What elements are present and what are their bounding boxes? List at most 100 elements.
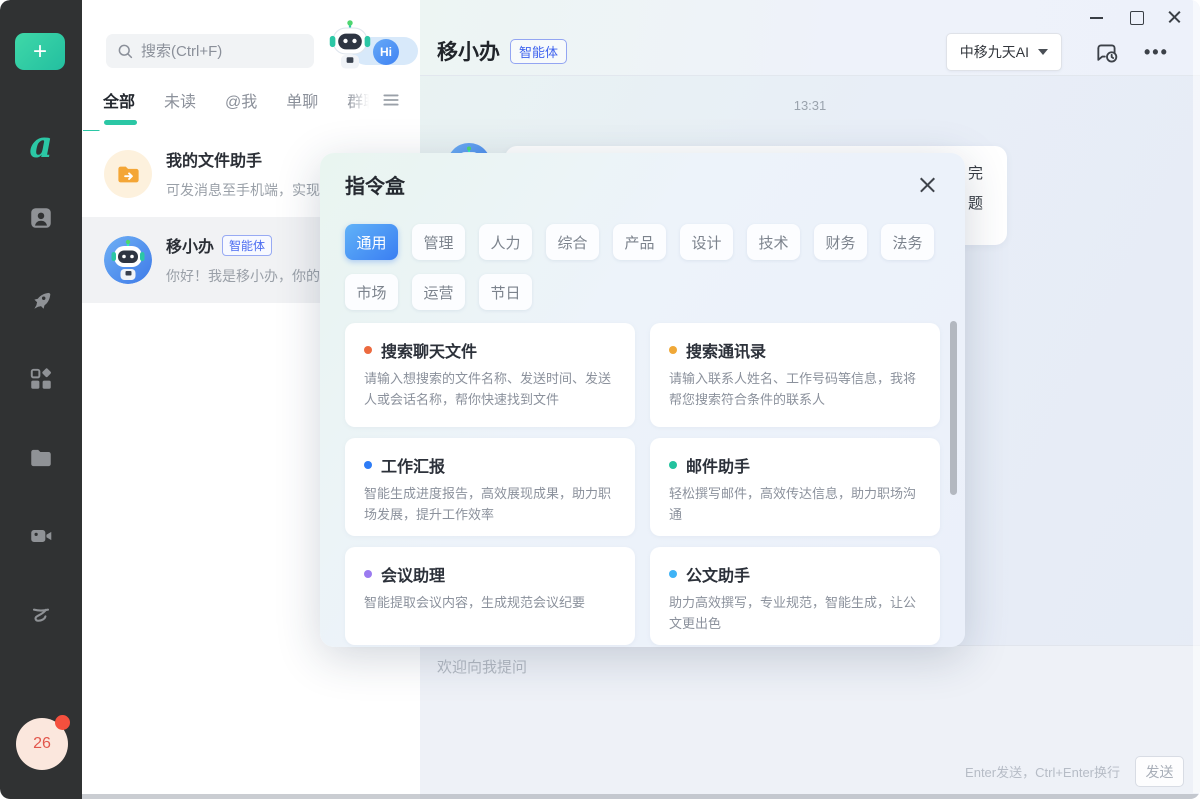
cloud-icon <box>28 601 54 627</box>
user-avatar[interactable]: 26 <box>16 718 68 770</box>
category-tab-admin[interactable]: 综合 <box>546 224 599 260</box>
card-dot <box>364 461 372 469</box>
card-description: 请输入想搜索的文件名称、发送时间、发送人或会话名称，帮你快速找到文件 <box>364 369 616 411</box>
category-tab-marketing[interactable]: 市场 <box>345 274 398 310</box>
file-assistant-avatar <box>104 150 152 198</box>
category-tab-management[interactable]: 管理 <box>412 224 465 260</box>
command-card-document-assistant[interactable]: 公文助手 助力高效撰写，专业规范，智能生成，让公文更出色 <box>650 547 940 645</box>
video-camera-icon <box>28 523 54 549</box>
chat-history-icon <box>1094 40 1120 66</box>
robot-avatar <box>104 236 152 284</box>
command-card-email-assistant[interactable]: 邮件助手 轻松撰写邮件，高效传达信息，助力职场沟通 <box>650 438 940 536</box>
command-card-work-report[interactable]: 工作汇报 智能生成进度报告，高效展现成果，助力职场发展，提升工作效率 <box>345 438 635 536</box>
tab-direct[interactable]: 单聊 <box>286 88 318 112</box>
agent-badge: 智能体 <box>510 39 567 64</box>
window-controls <box>1088 6 1184 28</box>
window-bottom-edge <box>82 794 1200 799</box>
chat-filter-tabs: 全部 未读 @我 单聊 群聊 <box>103 88 403 112</box>
command-cards: 搜索聊天文件 请输入想搜索的文件名称、发送时间、发送人或会话名称，帮你快速找到文… <box>345 323 940 645</box>
apps-grid-icon <box>28 366 54 392</box>
message-timestamp: 13:31 <box>420 98 1200 113</box>
category-tab-general[interactable]: 通用 <box>345 224 398 260</box>
list-icon <box>381 90 401 110</box>
message-input-area: Enter发送，Ctrl+Enter换行 发送 <box>420 645 1200 799</box>
more-options-button[interactable]: ••• <box>1144 40 1174 64</box>
category-tab-legal[interactable]: 法务 <box>881 224 934 260</box>
model-selector-dropdown[interactable]: 中移九天AI <box>946 33 1062 71</box>
sidebar-item-files[interactable] <box>0 445 82 471</box>
ellipsis-icon: ••• <box>1144 47 1169 57</box>
card-dot <box>669 346 677 354</box>
agent-badge: 智能体 <box>222 235 272 256</box>
card-dot <box>364 346 372 354</box>
unread-count-badge: 26 <box>33 735 51 753</box>
category-tab-hr[interactable]: 人力 <box>479 224 532 260</box>
sidebar-item-contacts[interactable] <box>0 205 82 231</box>
command-card-search-contacts[interactable]: 搜索通讯录 请输入联系人姓名、工作号码等信息，我将帮您搜索符合条件的联系人 <box>650 323 940 427</box>
card-description: 轻松撰写邮件，高效传达信息，助力职场沟通 <box>669 484 921 526</box>
card-title: 邮件助手 <box>686 453 750 477</box>
tab-group-clipped[interactable]: 群聊 <box>347 88 373 112</box>
app-logo[interactable]: a <box>0 124 82 166</box>
card-title: 会议助理 <box>381 562 445 586</box>
card-description: 智能提取会议内容，生成规范会议纪要 <box>364 593 616 614</box>
modal-title: 指令盒 <box>345 170 405 199</box>
card-title: 搜索聊天文件 <box>381 338 477 362</box>
search-box[interactable] <box>106 34 314 68</box>
search-icon <box>116 42 134 60</box>
modal-scrollbar-thumb[interactable] <box>950 321 957 495</box>
command-category-tabs: 通用 管理 人力 综合 产品 设计 技术 财务 法务 市场 运营 节日 <box>345 224 940 310</box>
send-button[interactable]: 发送 <box>1135 756 1184 787</box>
conversation-title: 移小办 <box>437 36 500 66</box>
tab-mentions[interactable]: @我 <box>225 88 257 112</box>
app-window: + a <box>0 0 1200 799</box>
model-selector-label: 中移九天AI <box>960 42 1029 62</box>
card-title: 搜索通讯录 <box>686 338 766 362</box>
category-tab-tech[interactable]: 技术 <box>747 224 800 260</box>
folder-transfer-icon <box>115 161 142 188</box>
command-box-modal: 指令盒 通用 管理 人力 综合 产品 设计 技术 财务 法务 市场 运营 节日 … <box>320 153 965 647</box>
card-title: 公文助手 <box>686 562 750 586</box>
contacts-icon <box>28 205 54 231</box>
robot-assistant-icon[interactable] <box>323 19 377 73</box>
card-title: 工作汇报 <box>381 453 445 477</box>
active-tab-underline <box>104 120 137 125</box>
collapse-list-button[interactable] <box>381 90 401 110</box>
card-description: 助力高效撰写，专业规范，智能生成，让公文更出色 <box>669 593 921 635</box>
command-card-meeting-assistant[interactable]: 会议助理 智能提取会议内容，生成规范会议纪要 <box>345 547 635 645</box>
card-dot <box>669 570 677 578</box>
card-dot <box>364 570 372 578</box>
category-tab-holiday[interactable]: 节日 <box>479 274 532 310</box>
chat-title: 我的文件助手 <box>166 147 262 171</box>
sidebar-item-apps[interactable] <box>0 366 82 392</box>
new-chat-button[interactable]: + <box>15 33 65 70</box>
category-tab-finance[interactable]: 财务 <box>814 224 867 260</box>
sidebar-item-workbench[interactable] <box>0 288 82 314</box>
card-description: 智能生成进度报告，高效展现成果，助力职场发展，提升工作效率 <box>364 484 616 526</box>
folder-icon <box>28 445 54 471</box>
category-tab-design[interactable]: 设计 <box>680 224 733 260</box>
tab-all[interactable]: 全部 <box>103 88 135 112</box>
minimize-button[interactable] <box>1088 8 1106 26</box>
search-input[interactable] <box>141 43 291 60</box>
tab-unread[interactable]: 未读 <box>164 88 196 112</box>
category-tab-operations[interactable]: 运营 <box>412 274 465 310</box>
close-button[interactable] <box>1166 8 1184 26</box>
chat-title: 移小办 <box>166 233 214 257</box>
app-sidebar: + a <box>0 0 82 799</box>
message-input[interactable] <box>437 656 1177 751</box>
modal-close-icon[interactable] <box>916 173 940 197</box>
chat-history-button[interactable] <box>1094 40 1120 66</box>
notification-dot <box>55 715 70 730</box>
sidebar-item-cloud[interactable] <box>0 601 82 627</box>
main-scrollbar-track[interactable] <box>1193 0 1200 793</box>
chevron-down-icon <box>1038 49 1048 55</box>
sidebar-item-meetings[interactable] <box>0 523 82 549</box>
category-tab-product[interactable]: 产品 <box>613 224 666 260</box>
maximize-button[interactable] <box>1127 8 1145 26</box>
conversation-header: 移小办 智能体 中移九天AI ••• <box>420 0 1200 76</box>
command-card-search-files[interactable]: 搜索聊天文件 请输入想搜索的文件名称、发送时间、发送人或会话名称，帮你快速找到文… <box>345 323 635 427</box>
card-description: 请输入联系人姓名、工作号码等信息，我将帮您搜索符合条件的联系人 <box>669 369 921 411</box>
rocket-icon <box>28 288 54 314</box>
send-shortcut-hint: Enter发送，Ctrl+Enter换行 <box>965 762 1120 781</box>
